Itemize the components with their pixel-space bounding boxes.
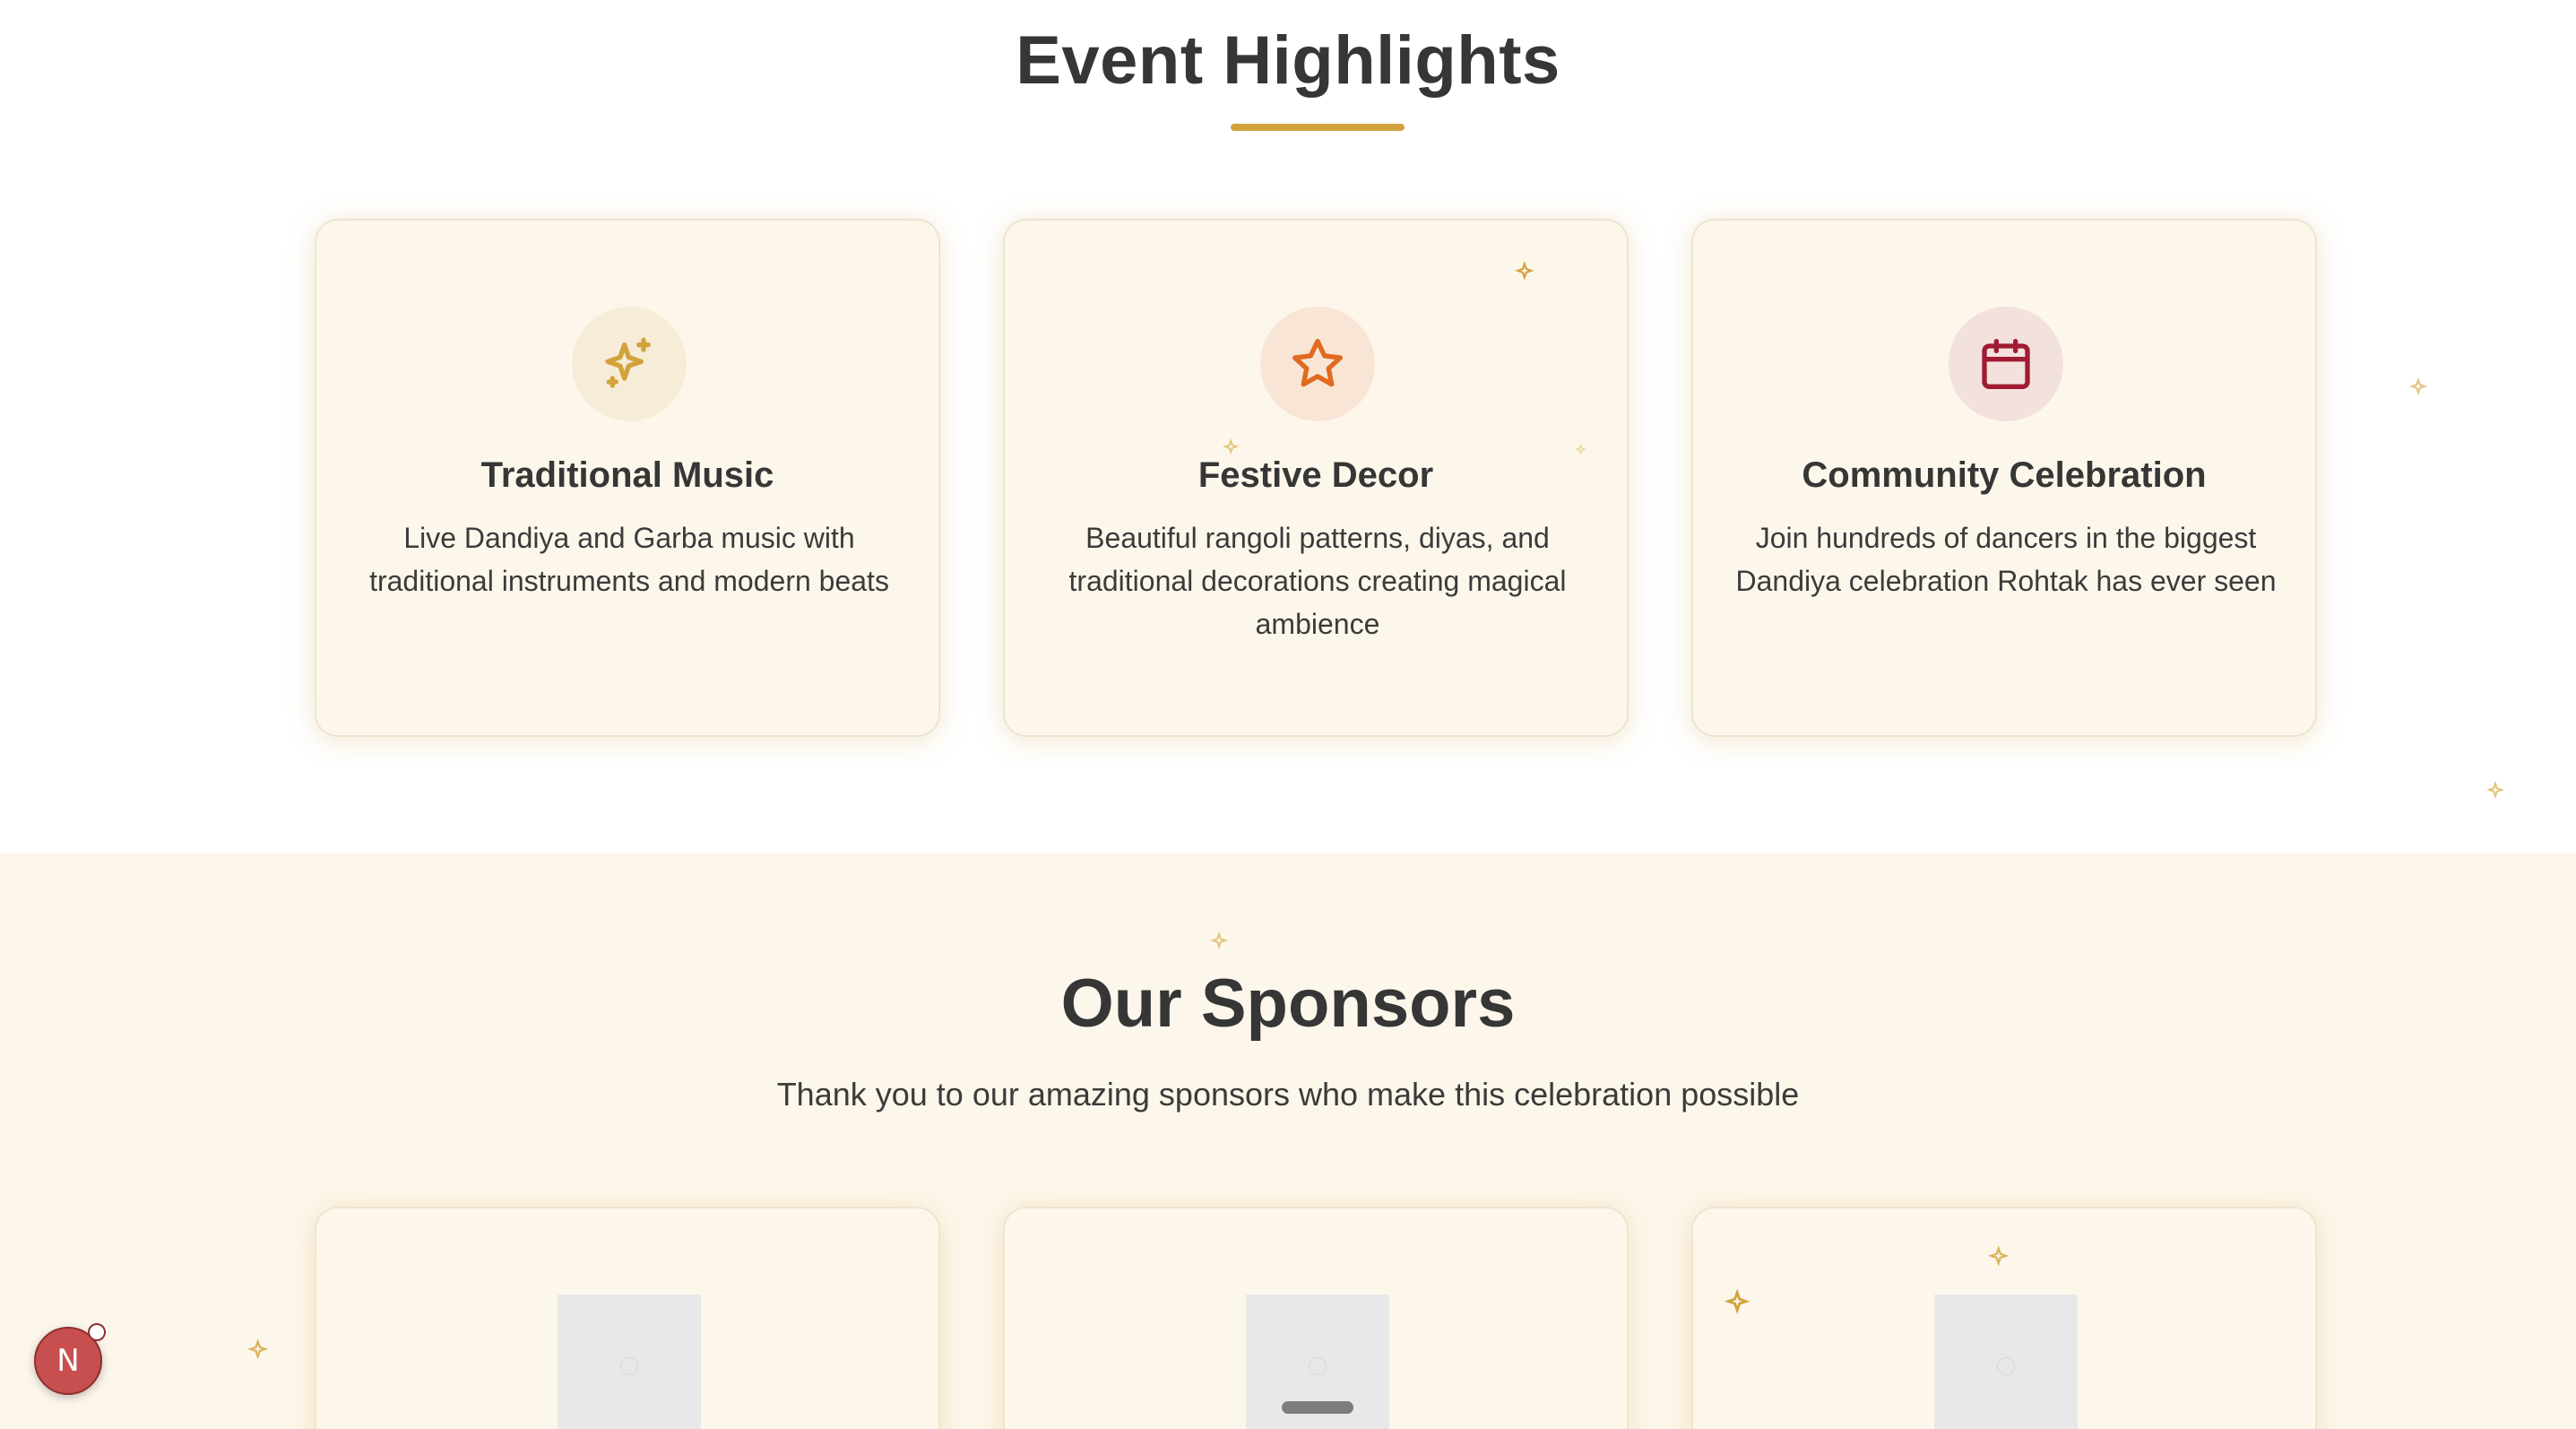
card-title: Festive Decor [1197,455,1434,495]
sponsors-section: Our Sponsors Thank you to our amazing sp… [0,853,2576,1429]
image-placeholder-icon [1309,1357,1327,1375]
highlights-section: Event Highlights Traditional Music Live … [0,0,2576,853]
sponsor-card[interactable] [315,1207,940,1429]
badge-letter: N [56,1343,80,1379]
sparkle-icon [2409,377,2428,396]
badge-indicator [88,1323,106,1341]
card-description: Join hundreds of dancers in the biggest … [1735,522,2277,597]
sparkle-icon [1725,1288,1750,1314]
highlight-card-decor: Festive Decor Beautiful rangoli patterns… [1003,219,1629,737]
sparkle-icon [1210,931,1229,950]
image-placeholder-icon [620,1357,638,1375]
card-title: Traditional Music [480,455,774,495]
highlight-card-music: Traditional Music Live Dandiya and Garba… [315,219,940,737]
sparkle-icon [1515,261,1534,281]
scroll-handle[interactable] [1282,1401,1353,1414]
sponsor-card[interactable] [1691,1207,2317,1429]
dev-tools-badge[interactable]: N [34,1323,106,1395]
sparkle-icon [1223,437,1240,455]
icon-circle [572,307,687,421]
card-description: Beautiful rangoli patterns, diyas, and t… [1068,522,1567,640]
image-placeholder-icon [1997,1357,2015,1375]
sparkles-icon [605,337,651,388]
sparkle-icon [2486,780,2505,800]
highlights-title: Event Highlights [1016,22,1560,99]
sparkle-icon [247,1338,269,1360]
sponsor-logo [558,1295,701,1429]
icon-circle [1949,307,2063,421]
page: Event Highlights Traditional Music Live … [0,0,2576,1429]
sparkle-icon [1575,443,1587,456]
highlight-card-community: Community Celebration Join hundreds of d… [1691,219,2317,737]
card-description: Live Dandiya and Garba music with tradit… [369,522,889,597]
sponsor-card[interactable] [1003,1207,1629,1429]
sparkle-icon [1988,1245,2010,1267]
icon-circle [1260,307,1375,421]
sponsors-title: Our Sponsors [1060,966,1516,1042]
sponsor-logo [1934,1295,2078,1429]
sponsors-subtitle: Thank you to our amazing sponsors who ma… [776,1076,1800,1113]
title-underline [1231,124,1405,131]
star-icon [1292,339,1343,387]
calendar-icon [1982,339,2030,389]
card-title: Community Celebration [1802,455,2207,495]
